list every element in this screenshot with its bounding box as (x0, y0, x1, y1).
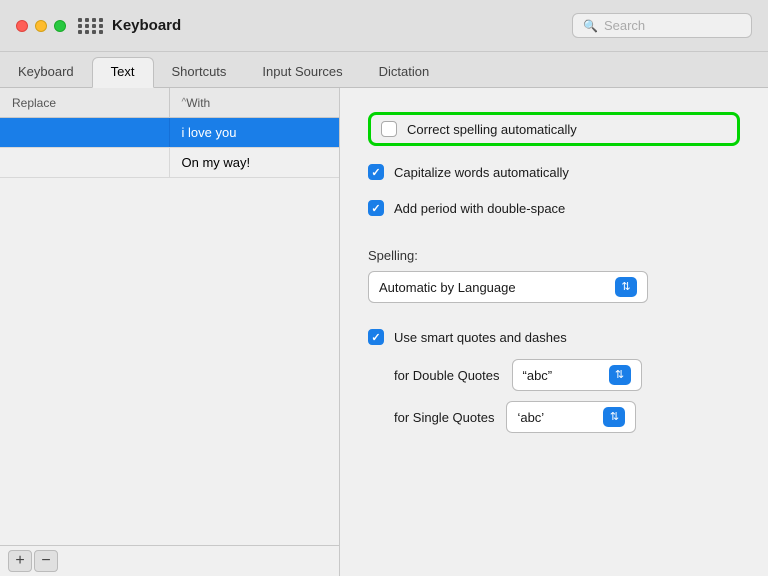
double-quotes-value: “abc” (523, 368, 553, 383)
spelling-label: Spelling: (368, 248, 740, 263)
cell-replace-1 (0, 118, 170, 147)
table-row[interactable]: i love you (0, 118, 339, 148)
chevron-up-down-icon: ⇅ (610, 412, 619, 423)
add-period-label: Add period with double-space (394, 201, 565, 216)
cell-replace-2 (0, 148, 170, 177)
search-input[interactable]: Search (604, 18, 645, 33)
capitalize-words-row: Capitalize words automatically (368, 160, 740, 184)
add-period-row: Add period with double-space (368, 196, 740, 220)
single-quotes-value: ‘abc’ (517, 410, 544, 425)
tab-bar: Keyboard Text Shortcuts Input Sources Di… (0, 52, 768, 88)
correct-spelling-highlight: Correct spelling automatically (368, 112, 740, 146)
column-with-label: With (186, 96, 210, 110)
single-quotes-arrow[interactable]: ⇅ (603, 407, 625, 427)
table-body: i love you On my way! (0, 118, 339, 545)
spelling-section: Spelling: Automatic by Language ⇅ (368, 240, 740, 303)
chevron-up-down-icon: ⇅ (615, 370, 624, 381)
window-title: Keyboard (112, 17, 181, 34)
double-quotes-dropdown[interactable]: “abc” ⇅ (512, 359, 642, 391)
double-quotes-row: for Double Quotes “abc” ⇅ (394, 359, 740, 391)
spelling-dropdown[interactable]: Automatic by Language ⇅ (368, 271, 648, 303)
options-panel: Correct spelling automatically Capitaliz… (340, 88, 768, 576)
close-button[interactable] (16, 20, 28, 32)
single-quotes-label: for Single Quotes (394, 410, 494, 425)
tab-input-sources[interactable]: Input Sources (244, 58, 360, 87)
add-row-button[interactable]: + (8, 550, 32, 572)
spelling-dropdown-value: Automatic by Language (379, 280, 516, 295)
column-replace: Replace (0, 88, 170, 117)
maximize-button[interactable] (54, 20, 66, 32)
search-icon: 🔍 (583, 19, 598, 33)
double-quotes-label: for Double Quotes (394, 368, 500, 383)
main-content: Replace ^ With i love you On my way! + − (0, 88, 768, 576)
chevron-up-down-icon: ⇅ (621, 282, 630, 293)
text-replacement-panel: Replace ^ With i love you On my way! + − (0, 88, 340, 576)
capitalize-words-label: Capitalize words automatically (394, 165, 569, 180)
minimize-button[interactable] (35, 20, 47, 32)
cell-with-2: On my way! (170, 148, 340, 177)
add-period-checkbox[interactable] (368, 200, 384, 216)
spelling-dropdown-arrow[interactable]: ⇅ (615, 277, 637, 297)
smart-quotes-row: Use smart quotes and dashes (368, 325, 740, 349)
correct-spelling-checkbox[interactable] (381, 121, 397, 137)
window-controls (16, 20, 66, 32)
remove-row-button[interactable]: − (34, 550, 58, 572)
app-icon (78, 18, 104, 34)
search-box[interactable]: 🔍 Search (572, 13, 752, 38)
column-with: ^ With (170, 88, 340, 117)
table-row[interactable]: On my way! (0, 148, 339, 178)
tab-text[interactable]: Text (92, 57, 154, 88)
column-replace-label: Replace (12, 96, 56, 110)
tab-dictation[interactable]: Dictation (361, 58, 448, 87)
cell-with-1: i love you (170, 118, 340, 147)
single-quotes-dropdown[interactable]: ‘abc’ ⇅ (506, 401, 636, 433)
smart-quotes-section: Use smart quotes and dashes for Double Q… (368, 325, 740, 433)
spelling-dropdown-container: Automatic by Language ⇅ (368, 271, 740, 303)
correct-spelling-label: Correct spelling automatically (407, 122, 577, 137)
table-header: Replace ^ With (0, 88, 339, 118)
capitalize-words-checkbox[interactable] (368, 164, 384, 180)
smart-quotes-checkbox[interactable] (368, 329, 384, 345)
tab-shortcuts[interactable]: Shortcuts (154, 58, 245, 87)
double-quotes-arrow[interactable]: ⇅ (609, 365, 631, 385)
smart-quotes-label: Use smart quotes and dashes (394, 330, 567, 345)
tab-keyboard[interactable]: Keyboard (0, 58, 92, 87)
table-footer: + − (0, 545, 339, 576)
title-bar: Keyboard 🔍 Search (0, 0, 768, 52)
single-quotes-row: for Single Quotes ‘abc’ ⇅ (394, 401, 740, 433)
